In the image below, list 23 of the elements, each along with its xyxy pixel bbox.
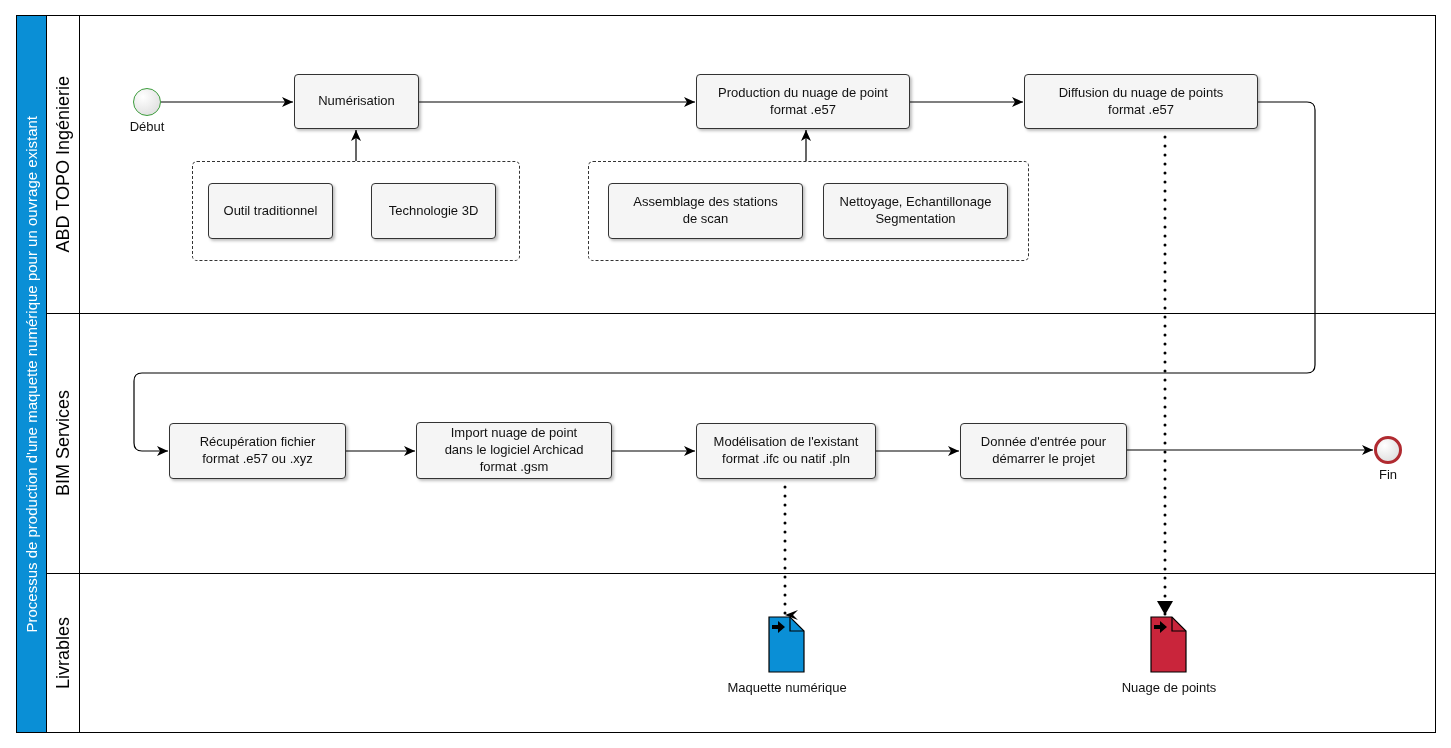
lane-title: ABD TOPO Ingénierie xyxy=(52,76,74,253)
task-box[interactable]: Modélisation de l'existant format .ifc ou natif .pln xyxy=(696,423,876,479)
lane-title: Livrables xyxy=(52,616,74,689)
task-box[interactable]: Technologie 3D xyxy=(371,183,496,239)
document-label: Nuage de points xyxy=(1120,680,1218,695)
task-box[interactable]: Outil traditionnel xyxy=(208,183,333,239)
task-box[interactable]: Numérisation xyxy=(294,74,419,129)
document-label: Maquette numérique xyxy=(726,680,848,695)
association-arrow xyxy=(801,129,811,162)
task-box[interactable]: Production du nuage de point format .e57 xyxy=(696,74,910,129)
pool-title: Processus de production d'une maquette numérique pour un ouvrage existant xyxy=(23,115,40,633)
association-arrow xyxy=(351,129,361,162)
end-event-circle xyxy=(1374,436,1402,464)
task-box[interactable]: Assemblage des stations de scan xyxy=(608,183,803,239)
start-event-circle xyxy=(133,88,161,116)
task-box[interactable]: Nettoyage, Echantillonage Segmentation xyxy=(823,183,1008,239)
task-box[interactable]: Donnée d'entrée pour démarrer le projet xyxy=(960,423,1127,479)
event-label: Début xyxy=(128,119,166,134)
task-box[interactable]: Récupération fichier format .e57 ou .xyz xyxy=(169,423,346,479)
lane-title: BIM Services xyxy=(52,390,74,497)
event-label: Fin xyxy=(1377,467,1399,482)
task-box[interactable]: Import nuage de point dans le logiciel Archicad format .gsm xyxy=(416,422,612,479)
task-box[interactable]: Diffusion du nuage de points format .e57 xyxy=(1024,74,1258,129)
